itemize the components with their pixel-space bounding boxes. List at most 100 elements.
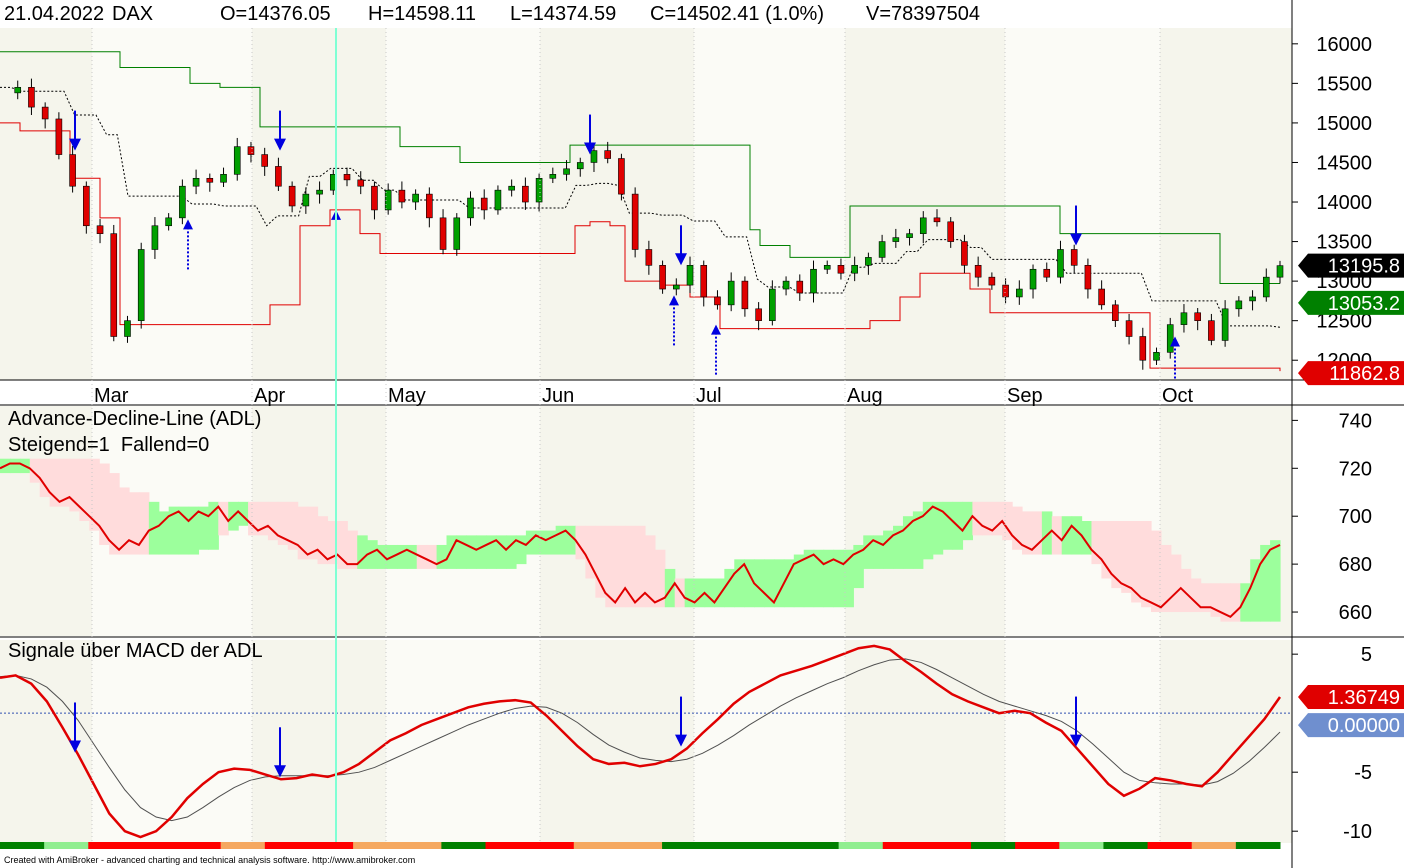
price-tick-label: 15500 [1316,73,1372,95]
candle-up [727,280,735,306]
candle-down [55,118,63,155]
bullish-cloud-segment [406,544,418,569]
status-bar-segment [1235,842,1281,849]
status-bar-segment [794,842,840,849]
status-bar-segment [662,842,707,849]
bearish-cloud-segment [1121,521,1132,593]
candle-down [371,185,378,211]
candle-down [741,280,749,310]
candle-down [426,193,433,219]
month-label: Sep [1007,385,1043,407]
candle-up [1153,352,1160,361]
status-bar-segment [220,842,266,849]
bullish-cloud-segment [1061,516,1073,555]
candle-up [686,265,694,286]
candle-up [151,225,159,250]
adl-tick-label: 700 [1339,506,1372,528]
bearish-cloud-segment [89,458,100,531]
bullish-cloud-segment [1270,540,1281,622]
candle-up [810,268,817,294]
candle-up [494,189,502,211]
status-bar-segment [1103,842,1149,849]
candle-up [412,193,419,203]
bullish-cloud-segment [962,501,974,541]
status-bar-segment [485,842,531,849]
bearish-cloud-segment [1170,554,1182,613]
candle-up [1249,296,1256,302]
candle-down [631,193,639,250]
price-tick-label: 15000 [1316,113,1372,135]
bullish-cloud-segment [9,458,21,474]
status-bar-segment [750,842,795,849]
candle-down [933,217,941,223]
price-tick-label: 14000 [1316,192,1372,214]
zero-value-label: 0.00000 [1328,715,1400,737]
bullish-cloud-segment [466,535,477,569]
candle-down [645,249,653,266]
candle-up [782,280,790,290]
bullish-cloud-segment [208,501,219,550]
candle-down [947,221,955,242]
candle-up [1166,324,1174,353]
candle-up [851,265,858,274]
candle-up [823,265,831,270]
header-volume: V=78397504 [866,3,981,25]
price-month-shade [0,28,92,380]
candle-up [549,174,557,179]
candle-down [96,225,104,234]
bullish-cloud-segment [833,549,845,608]
candle-up [906,233,913,238]
price-month-shade [252,28,386,380]
bearish-cloud-segment [337,521,348,569]
candle-down [988,276,996,286]
status-bar-segment [1015,842,1060,849]
candle-down [961,241,968,266]
macd-month-shade [252,640,386,843]
candle-up [1276,265,1284,278]
bullish-cloud-segment [942,501,954,550]
candle-down [714,296,721,306]
bullish-cloud-segment [664,568,676,608]
price-month-shade [845,28,1005,380]
candle-down [1098,288,1105,306]
bullish-cloud-segment [764,559,775,608]
candle-up [453,217,461,250]
macd-title: Signale über MACD der ADL [8,640,263,662]
bullish-cloud-segment [823,549,835,608]
candle-up [220,174,227,183]
candle-up [590,150,598,163]
bearish-cloud-segment [595,525,606,598]
bearish-cloud-segment [1101,521,1112,579]
candle-down [110,233,118,337]
macd-month-shade [386,640,540,843]
bearish-cloud-segment [138,492,150,555]
candle-up [137,249,145,321]
month-label: Mar [94,385,129,407]
price-month-shade [540,28,694,380]
status-bar-segment [397,842,442,849]
bullish-cloud-segment [545,530,557,555]
candle-up [1029,268,1037,290]
status-bar-segment [44,842,89,849]
adl-title: Advance-Decline-Line (ADL) [8,408,262,430]
candle-down [837,265,845,274]
candle-up [1221,308,1229,341]
header-symbol: DAX [112,3,154,25]
status-bar-segment [971,842,1016,849]
candle-down [261,154,268,167]
adl-tick-label: 720 [1339,458,1372,480]
status-bar-segment [264,842,310,849]
candle-up [179,185,186,219]
status-bar-segment [838,842,884,849]
bearish-cloud-segment [674,578,686,608]
upper-band-label: 13053.2 [1328,293,1400,315]
candle-down [1125,320,1133,337]
candle-down [398,189,406,203]
bearish-cloud-segment [49,458,61,507]
macd-value-label: 1.36749 [1328,687,1400,709]
candle-up [576,162,584,170]
candle-down [1194,312,1201,321]
candle-up [535,177,543,203]
bearish-cloud-segment [1141,521,1152,608]
candle-down [522,185,529,203]
